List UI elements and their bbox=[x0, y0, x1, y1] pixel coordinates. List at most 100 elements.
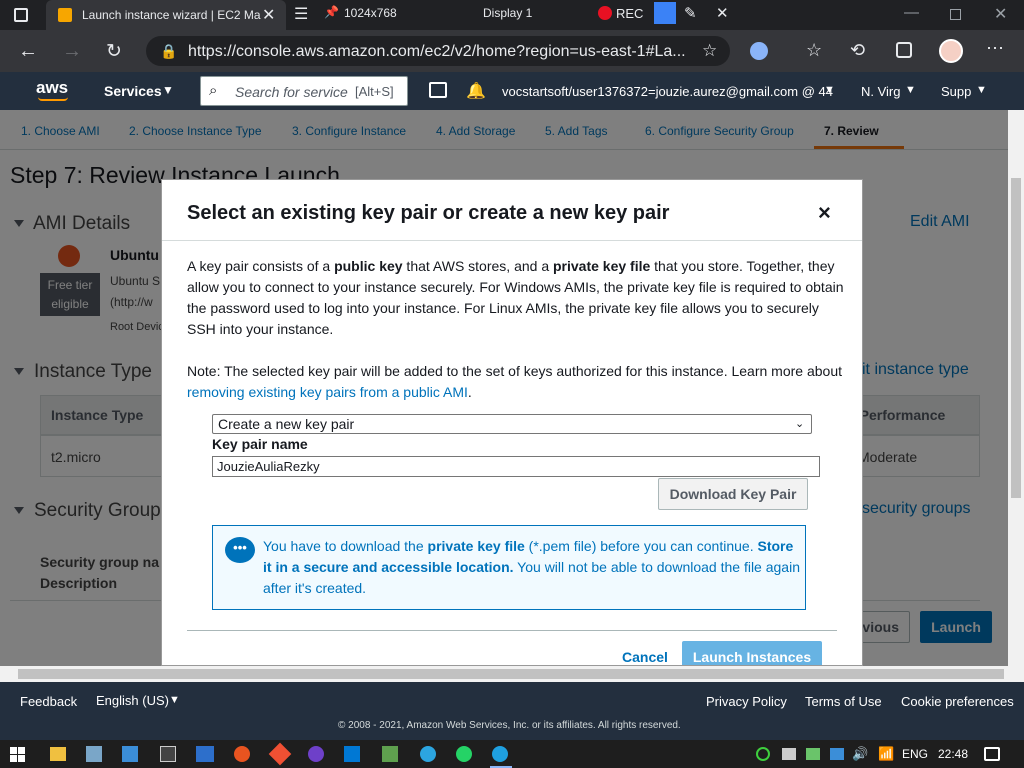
notifications-bell-icon[interactable]: 🔔 bbox=[466, 81, 486, 101]
tab-title: Launch instance wizard | EC2 Ma bbox=[82, 8, 261, 22]
display-label: Display 1 bbox=[483, 6, 533, 20]
copyright: © 2008 - 2021, Amazon Web Services, Inc.… bbox=[338, 720, 681, 731]
browser-tab-active[interactable]: Launch instance wizard | EC2 Ma ✕ bbox=[46, 0, 286, 30]
text-bold: public key bbox=[334, 258, 403, 274]
account-menu[interactable]: vocstartsoft/user1376372=jouzie.aurez@gm… bbox=[502, 84, 833, 99]
tray-icon[interactable] bbox=[830, 748, 844, 760]
info-speech-icon: ••• bbox=[225, 537, 255, 563]
ubuntu-icon[interactable] bbox=[234, 746, 250, 762]
modal-header: Select an existing key pair or create a … bbox=[162, 180, 862, 241]
start-windows-icon[interactable] bbox=[10, 747, 25, 762]
tray-icon[interactable] bbox=[756, 747, 770, 761]
minimize-icon[interactable]: — bbox=[904, 4, 919, 21]
window-close-icon[interactable]: ✕ bbox=[994, 4, 1007, 24]
region-menu[interactable]: N. Virg bbox=[861, 84, 901, 99]
terminal-icon[interactable] bbox=[160, 746, 176, 762]
aws-logo-smile bbox=[38, 97, 68, 101]
vertical-scrollbar[interactable] bbox=[1008, 110, 1024, 666]
support-chevron-down-icon[interactable]: ▼ bbox=[976, 84, 987, 96]
launch-instances-button[interactable]: Launch Instances bbox=[682, 641, 822, 665]
input-language[interactable]: ENG bbox=[902, 747, 928, 761]
key-pair-modal: Select an existing key pair or create a … bbox=[161, 179, 863, 666]
vscode-icon[interactable] bbox=[344, 746, 360, 762]
support-menu[interactable]: Supp bbox=[941, 84, 971, 99]
edge-icon[interactable] bbox=[492, 746, 508, 762]
modal-footer-divider bbox=[187, 630, 837, 631]
close-icon[interactable]: × bbox=[818, 200, 831, 226]
cancel-button[interactable]: Cancel bbox=[622, 649, 668, 665]
services-menu[interactable]: Services bbox=[104, 83, 162, 99]
cookie-preferences-link[interactable]: Cookie preferences bbox=[901, 694, 1014, 709]
lock-icon[interactable]: 🔒 bbox=[160, 43, 177, 60]
extension-icon[interactable] bbox=[750, 42, 768, 60]
horizontal-scrollbar[interactable] bbox=[0, 666, 1024, 682]
console-footer: Feedback English (US) ▼ Privacy Policy T… bbox=[0, 682, 1024, 740]
forward-icon[interactable]: → bbox=[62, 40, 82, 63]
windows-taskbar: 🔊 📶 ENG 22:48 bbox=[0, 740, 1024, 768]
url-text[interactable]: https://console.aws.amazon.com/ec2/v2/ho… bbox=[188, 43, 686, 61]
info-alert: ••• You have to download the private key… bbox=[212, 525, 806, 610]
clock[interactable]: 22:48 bbox=[938, 747, 968, 761]
more-menu-icon[interactable]: ⋯ bbox=[986, 38, 1004, 59]
github-icon[interactable] bbox=[308, 746, 324, 762]
window-menu-icon[interactable] bbox=[14, 8, 28, 22]
service-search-input[interactable]: ⌕ Search for service [Alt+S] bbox=[200, 76, 408, 106]
powershell-icon[interactable] bbox=[196, 746, 214, 762]
collections-icon[interactable] bbox=[896, 42, 912, 58]
file-explorer-icon[interactable] bbox=[50, 747, 66, 761]
restore-icon[interactable] bbox=[950, 9, 961, 20]
close-recording-icon[interactable]: ✕ bbox=[716, 4, 729, 22]
favorite-add-icon[interactable]: ☆ bbox=[702, 41, 717, 61]
text: Note: The selected key pair will be adde… bbox=[187, 363, 843, 379]
cloudshell-icon[interactable] bbox=[429, 82, 447, 98]
whatsapp-icon[interactable] bbox=[456, 746, 472, 762]
remove-key-pairs-link[interactable]: removing existing key pairs from a publi… bbox=[187, 384, 468, 400]
key-pair-name-label: Key pair name bbox=[212, 436, 308, 452]
notifications-icon[interactable] bbox=[984, 747, 1000, 761]
services-chevron-down-icon[interactable]: ▼ bbox=[162, 83, 174, 97]
key-pair-name-input[interactable]: JouzieAuliaRezky bbox=[212, 456, 820, 477]
git-icon[interactable] bbox=[268, 742, 292, 766]
nodejs-icon[interactable] bbox=[382, 746, 398, 762]
app-icon[interactable] bbox=[86, 746, 102, 762]
feedback-link[interactable]: Feedback bbox=[20, 694, 77, 709]
pen-icon[interactable]: ✎ bbox=[684, 4, 697, 22]
telegram-icon[interactable] bbox=[420, 746, 436, 762]
tray-icon[interactable] bbox=[782, 748, 796, 760]
modal-title: Select an existing key pair or create a … bbox=[187, 202, 670, 224]
tab-list-icon[interactable]: ☰ bbox=[294, 4, 308, 24]
language-select[interactable]: English (US) bbox=[96, 693, 169, 708]
tab-close-icon[interactable]: ✕ bbox=[262, 5, 275, 25]
volume-icon[interactable]: 🔊 bbox=[852, 746, 868, 762]
tray-icon[interactable] bbox=[806, 748, 820, 760]
rec-label: REC bbox=[616, 6, 644, 21]
record-icon[interactable] bbox=[598, 6, 612, 20]
avatar[interactable] bbox=[939, 39, 963, 63]
select-chevron-down-icon: ⌄ bbox=[795, 418, 805, 430]
app-icon[interactable] bbox=[122, 746, 138, 762]
aws-logo[interactable]: aws bbox=[36, 78, 68, 98]
network-icon[interactable]: 📶 bbox=[878, 746, 894, 762]
hscrollbar-thumb[interactable] bbox=[18, 669, 1004, 679]
key-pair-option-select[interactable]: Create a new key pair ⌄ bbox=[212, 414, 812, 434]
text: (*.pem file) before you can continue. bbox=[524, 538, 758, 554]
terms-link[interactable]: Terms of Use bbox=[805, 694, 882, 709]
download-key-pair-button[interactable]: Download Key Pair bbox=[658, 478, 808, 510]
account-chevron-down-icon[interactable]: ▼ bbox=[824, 84, 835, 96]
camera-icon[interactable] bbox=[654, 2, 676, 24]
language-chevron-down-icon[interactable]: ▼ bbox=[169, 694, 180, 706]
privacy-link[interactable]: Privacy Policy bbox=[706, 694, 787, 709]
text: that AWS stores, and a bbox=[402, 258, 553, 274]
text-bold: private key file bbox=[427, 538, 525, 554]
reload-icon[interactable]: ↻ bbox=[106, 40, 122, 63]
search-placeholder: Search for service bbox=[235, 84, 348, 100]
back-icon[interactable]: ← bbox=[18, 40, 38, 63]
text: . bbox=[467, 384, 472, 400]
scrollbar-thumb[interactable] bbox=[1011, 178, 1021, 498]
region-chevron-down-icon[interactable]: ▼ bbox=[905, 84, 916, 96]
aws-favicon-icon bbox=[58, 8, 72, 22]
favorites-icon[interactable]: ☆ bbox=[806, 40, 822, 61]
history-icon[interactable]: ⟲ bbox=[850, 40, 865, 61]
search-icon: ⌕ bbox=[209, 82, 218, 99]
resolution-label: 1024x768 bbox=[344, 6, 397, 20]
